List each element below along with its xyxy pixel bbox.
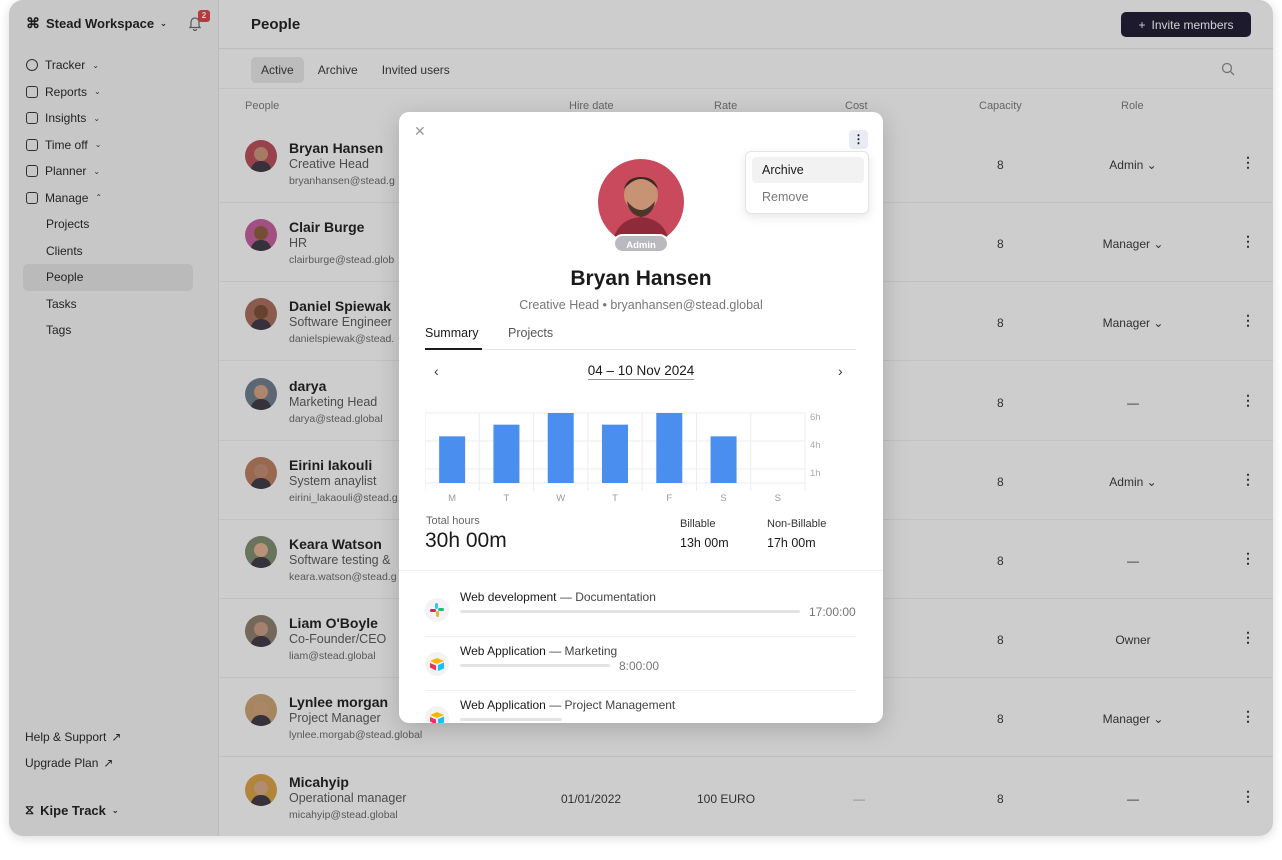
x-tick-label: S: [775, 493, 781, 504]
menu-item-archive[interactable]: Archive: [752, 157, 864, 183]
project-progress-bar: [460, 718, 562, 721]
person-name: Bryan Hansen: [570, 267, 712, 290]
project-progress-bar: [460, 610, 800, 613]
total-hours-value: 30h 00m: [425, 529, 507, 552]
chart-bar[interactable]: [656, 413, 683, 483]
chart-bar[interactable]: [493, 424, 520, 483]
role-badge: Admin: [613, 234, 669, 253]
project-time: 17:00:00: [809, 605, 856, 619]
divider: [399, 570, 883, 571]
project-name: Web Application: [460, 698, 546, 712]
divider: [425, 690, 856, 691]
x-tick-label: T: [504, 493, 510, 504]
y-tick-label: 4h: [810, 440, 821, 451]
chart-bar[interactable]: [602, 424, 628, 483]
slack-icon: [425, 598, 449, 622]
project-task: — Marketing: [549, 644, 618, 658]
x-tick-label: M: [448, 493, 456, 504]
tab-projects[interactable]: Projects: [508, 326, 553, 350]
y-tick-label: 6h: [810, 412, 821, 423]
x-tick-label: W: [556, 493, 565, 504]
project-time: 8:00:00: [619, 659, 660, 673]
project-item[interactable]: Web Application — Project Management: [425, 698, 856, 723]
app-window: ⌘ Stead Workspace ⌄ 2 Tracker ⌄ Reports ⌄ …: [9, 0, 1273, 836]
tab-summary[interactable]: Summary: [425, 326, 482, 350]
week-range[interactable]: 04 – 10 Nov 2024: [399, 363, 883, 380]
x-tick-label: F: [666, 493, 672, 504]
y-tick-label: 1h: [810, 468, 821, 479]
airtable-icon: [425, 652, 449, 676]
chart-bar[interactable]: [710, 436, 737, 483]
nonbillable-value: 17h 00m: [767, 536, 816, 550]
nonbillable-label: Non-Billable: [767, 518, 827, 530]
billable-label: Billable: [680, 518, 716, 530]
total-hours-label: Total hours: [426, 515, 480, 527]
project-task: — Documentation: [559, 590, 656, 604]
person-subtitle: Creative Head • bryanhansen@stead.global: [519, 298, 763, 312]
x-tick-label: S: [720, 493, 726, 504]
avatar: [598, 159, 684, 245]
project-name: Web Application: [460, 644, 546, 658]
x-tick-label: T: [612, 493, 618, 504]
close-icon[interactable]: ✕: [414, 123, 426, 140]
more-options-button[interactable]: ⋮: [849, 130, 868, 149]
modal-tabs: Summary Projects: [425, 326, 856, 350]
divider: [425, 636, 856, 637]
chart-bar[interactable]: [439, 436, 466, 483]
week-range-label: 04 – 10 Nov 2024: [587, 363, 695, 380]
options-dropdown: Archive Remove: [745, 151, 869, 214]
project-task: — Project Management: [549, 698, 676, 712]
billable-value: 13h 00m: [680, 536, 729, 550]
menu-item-remove[interactable]: Remove: [752, 184, 864, 210]
weekly-hours-chart: M T W T F S S 1h 4h 6h: [425, 412, 821, 504]
project-progress-bar: [460, 664, 610, 667]
airtable-icon: [425, 706, 449, 723]
project-name: Web development: [460, 590, 557, 604]
chart-bar[interactable]: [547, 413, 574, 483]
chevron-right-icon[interactable]: ›: [838, 363, 843, 379]
